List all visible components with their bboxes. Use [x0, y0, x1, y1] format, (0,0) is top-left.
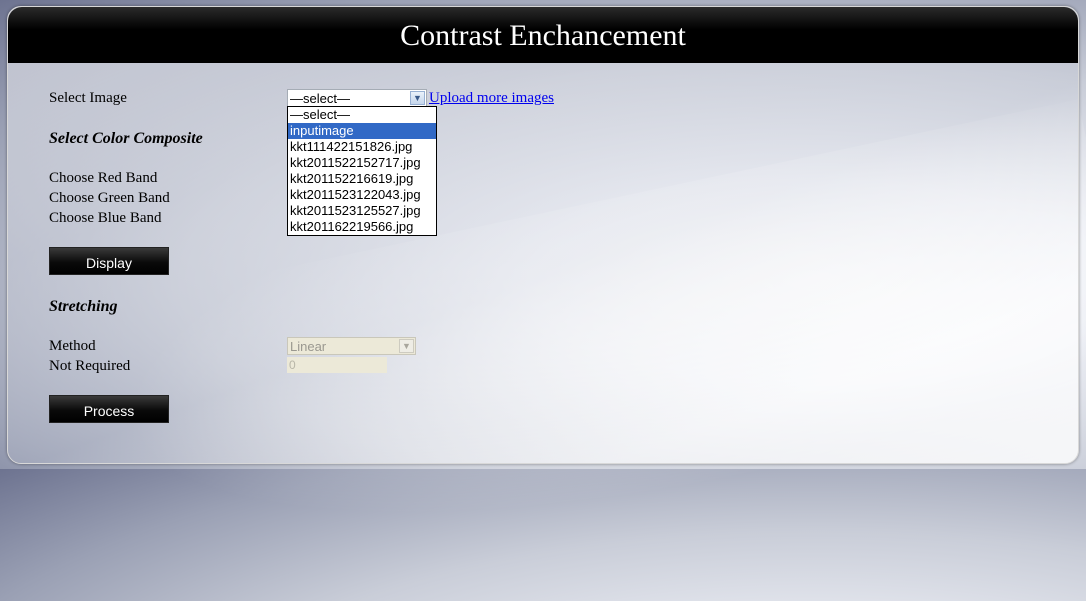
- option-image-1[interactable]: kkt111422151826.jpg: [288, 139, 436, 155]
- option-image-3[interactable]: kkt201152216619.jpg: [288, 171, 436, 187]
- not-required-label: Not Required: [49, 358, 131, 374]
- stretching-heading: Stretching: [49, 298, 118, 315]
- page-title: Contrast Enchancement: [400, 19, 686, 52]
- option-inputimage[interactable]: inputimage: [288, 123, 436, 139]
- select-image-value: —select—: [290, 91, 350, 106]
- header-bar: Contrast Enchancement: [8, 7, 1078, 63]
- select-image-options-list: —select— inputimage kkt111422151826.jpg …: [287, 106, 437, 236]
- chevron-down-icon[interactable]: ▼: [410, 91, 425, 105]
- display-button[interactable]: Display: [49, 247, 169, 275]
- select-image-dropdown[interactable]: —select— ▼: [287, 89, 427, 107]
- method-value: Linear: [290, 339, 327, 354]
- chevron-down-icon[interactable]: ▼: [399, 339, 414, 353]
- green-band-label: Choose Green Band: [49, 190, 170, 206]
- option-image-2[interactable]: kkt2011522152717.jpg: [288, 155, 436, 171]
- blue-band-label: Choose Blue Band: [49, 210, 162, 226]
- not-required-input[interactable]: 0: [287, 357, 387, 373]
- red-band-label: Choose Red Band: [49, 170, 158, 186]
- method-select[interactable]: Linear ▼: [287, 337, 416, 355]
- method-label: Method: [49, 338, 96, 354]
- option-select[interactable]: —select—: [288, 107, 436, 123]
- select-image-label: Select Image: [49, 90, 127, 106]
- upload-more-images-link[interactable]: Upload more images: [429, 90, 554, 107]
- option-image-5[interactable]: kkt2011523125527.jpg: [288, 203, 436, 219]
- option-image-4[interactable]: kkt2011523122043.jpg: [288, 187, 436, 203]
- color-composite-heading: Select Color Composite: [49, 130, 203, 147]
- option-image-6[interactable]: kkt201162219566.jpg: [288, 219, 436, 235]
- process-button[interactable]: Process: [49, 395, 169, 423]
